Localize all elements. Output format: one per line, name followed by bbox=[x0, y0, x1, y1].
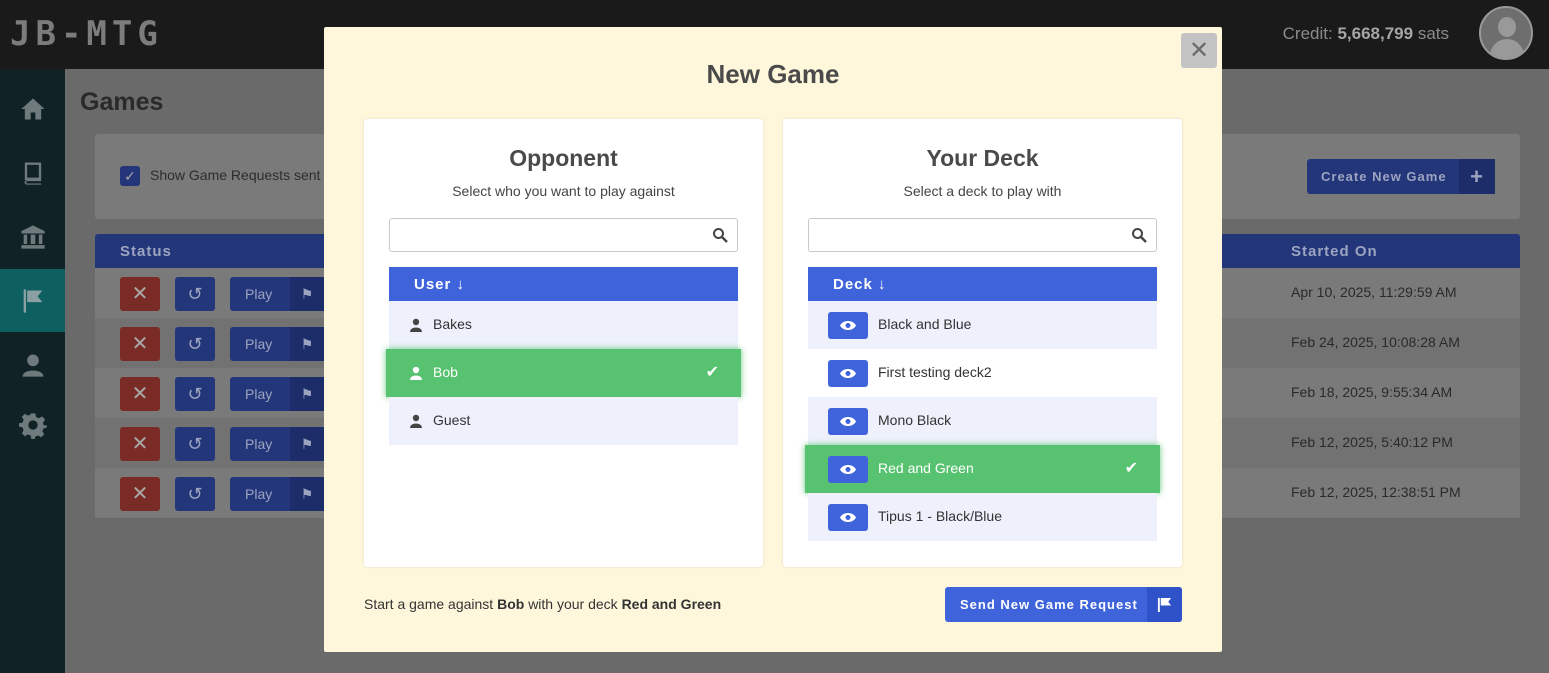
book-icon bbox=[24, 162, 41, 185]
credit-unit: sats bbox=[1417, 24, 1449, 43]
sidebar-item-bank[interactable] bbox=[0, 205, 65, 268]
plus-icon: + bbox=[1459, 159, 1495, 194]
deck-search-input[interactable] bbox=[817, 225, 1117, 245]
eye-icon bbox=[840, 513, 856, 522]
undo-button[interactable]: ↺ bbox=[175, 477, 215, 511]
deck-item[interactable]: Black and Blue bbox=[808, 301, 1157, 349]
deck-item-selected[interactable]: Red and Green ✔ bbox=[805, 445, 1160, 493]
credit-value: 5,668,799 bbox=[1337, 24, 1414, 43]
search-icon bbox=[713, 228, 728, 243]
sort-arrow-icon: ↓ bbox=[456, 276, 466, 293]
avatar[interactable] bbox=[1479, 6, 1533, 60]
show-requests-checkbox[interactable]: ✓ bbox=[120, 166, 140, 186]
eye-icon bbox=[840, 465, 856, 474]
sort-arrow-icon: ↓ bbox=[878, 276, 887, 293]
delete-button[interactable]: ✕ bbox=[120, 427, 160, 461]
user-item-guest[interactable]: Guest bbox=[389, 397, 738, 445]
flag-icon: ⚑ bbox=[290, 327, 324, 361]
play-button[interactable]: Play ⚑ bbox=[230, 477, 330, 511]
opponent-title: Opponent bbox=[509, 145, 618, 171]
check-icon: ✔ bbox=[1124, 460, 1138, 477]
flag-icon: ⚑ bbox=[290, 427, 324, 461]
flag-icon bbox=[1157, 597, 1172, 612]
user-icon bbox=[410, 414, 422, 428]
deck-search[interactable] bbox=[808, 218, 1157, 252]
bank-icon bbox=[20, 224, 45, 249]
view-deck-button[interactable] bbox=[828, 504, 868, 531]
new-game-modal: ✕ New Game Opponent Select who you want … bbox=[324, 27, 1222, 652]
brand-logo[interactable]: JB-MTG bbox=[10, 14, 163, 54]
send-game-request-button[interactable]: Send New Game Request bbox=[945, 587, 1182, 622]
check-icon: ✔ bbox=[705, 364, 719, 381]
opponent-subtitle: Select who you want to play against bbox=[452, 183, 675, 199]
play-button[interactable]: Play ⚑ bbox=[230, 327, 330, 361]
play-button[interactable]: Play ⚑ bbox=[230, 377, 330, 411]
sidebar-item-home[interactable] bbox=[0, 77, 65, 140]
undo-button[interactable]: ↺ bbox=[175, 277, 215, 311]
summary-opponent: Bob bbox=[497, 596, 525, 612]
user-item-bob[interactable]: Bob ✔ bbox=[386, 349, 741, 397]
started-on-value: Feb 18, 2025, 9:55:34 AM bbox=[1291, 384, 1453, 400]
deck-column-header[interactable]: Deck ↓ bbox=[808, 267, 1157, 301]
sidebar-item-settings[interactable] bbox=[0, 393, 65, 456]
play-button[interactable]: Play ⚑ bbox=[230, 427, 330, 461]
credit-display: Credit: 5,668,799 sats bbox=[1283, 24, 1449, 44]
view-deck-button[interactable] bbox=[828, 408, 868, 435]
home-icon bbox=[20, 98, 45, 119]
avatar-icon bbox=[1498, 17, 1516, 37]
started-on-value: Feb 12, 2025, 5:40:12 PM bbox=[1291, 434, 1453, 450]
opponent-card: Opponent Select who you want to play aga… bbox=[364, 119, 763, 567]
credit-label: Credit: bbox=[1282, 24, 1333, 43]
delete-button[interactable]: ✕ bbox=[120, 327, 160, 361]
undo-button[interactable]: ↺ bbox=[175, 377, 215, 411]
show-requests-label: Show Game Requests sent t bbox=[150, 167, 325, 183]
gear-icon bbox=[18, 412, 47, 439]
delete-button[interactable]: ✕ bbox=[120, 377, 160, 411]
create-new-game-label: Create New Game bbox=[1321, 169, 1447, 184]
deck-card: Your Deck Select a deck to play with Dec… bbox=[783, 119, 1182, 567]
game-summary: Start a game against Bob with your deck … bbox=[364, 596, 722, 612]
view-deck-button[interactable] bbox=[828, 312, 868, 339]
eye-icon bbox=[840, 369, 856, 378]
flag-icon: ⚑ bbox=[290, 477, 324, 511]
play-button[interactable]: Play ⚑ bbox=[230, 277, 330, 311]
summary-deck: Red and Green bbox=[621, 596, 722, 612]
view-deck-button[interactable] bbox=[828, 360, 868, 387]
flag-icon: ⚑ bbox=[290, 277, 324, 311]
started-on-value: Feb 24, 2025, 10:08:28 AM bbox=[1291, 334, 1460, 350]
deck-item[interactable]: First testing deck2 bbox=[808, 349, 1157, 397]
user-item-bakes[interactable]: Bakes bbox=[389, 301, 738, 349]
flag-icon bbox=[23, 288, 42, 313]
flag-icon: ⚑ bbox=[290, 377, 324, 411]
create-new-game-button[interactable]: Create New Game + bbox=[1307, 159, 1495, 194]
deck-title: Your Deck bbox=[926, 145, 1039, 171]
column-status: Status bbox=[120, 243, 172, 260]
view-deck-button[interactable] bbox=[828, 456, 868, 483]
page-title: Games bbox=[80, 88, 164, 116]
delete-button[interactable]: ✕ bbox=[120, 277, 160, 311]
eye-icon bbox=[840, 417, 856, 426]
modal-title: New Game bbox=[706, 59, 840, 89]
eye-icon bbox=[840, 321, 856, 330]
undo-button[interactable]: ↺ bbox=[175, 427, 215, 461]
user-icon bbox=[410, 366, 422, 380]
search-icon bbox=[1132, 228, 1147, 243]
opponent-search-input[interactable] bbox=[398, 225, 698, 245]
opponent-search[interactable] bbox=[389, 218, 738, 252]
sidebar bbox=[0, 69, 65, 673]
started-on-value: Apr 10, 2025, 11:29:59 AM bbox=[1291, 284, 1457, 300]
user-icon bbox=[22, 354, 43, 377]
sidebar-item-decks[interactable] bbox=[0, 141, 65, 204]
user-icon bbox=[410, 318, 422, 332]
deck-subtitle: Select a deck to play with bbox=[903, 183, 1062, 199]
delete-button[interactable]: ✕ bbox=[120, 477, 160, 511]
user-column-header[interactable]: User ↓ bbox=[389, 267, 738, 301]
started-on-value: Feb 12, 2025, 12:38:51 PM bbox=[1291, 484, 1461, 500]
deck-item[interactable]: Mono Black bbox=[808, 397, 1157, 445]
sidebar-item-games[interactable] bbox=[0, 269, 65, 332]
undo-button[interactable]: ↺ bbox=[175, 327, 215, 361]
sidebar-item-users[interactable] bbox=[0, 333, 65, 396]
deck-item[interactable]: Tipus 1 - Black/Blue bbox=[808, 493, 1157, 541]
column-started-on: Started On bbox=[1291, 243, 1378, 260]
